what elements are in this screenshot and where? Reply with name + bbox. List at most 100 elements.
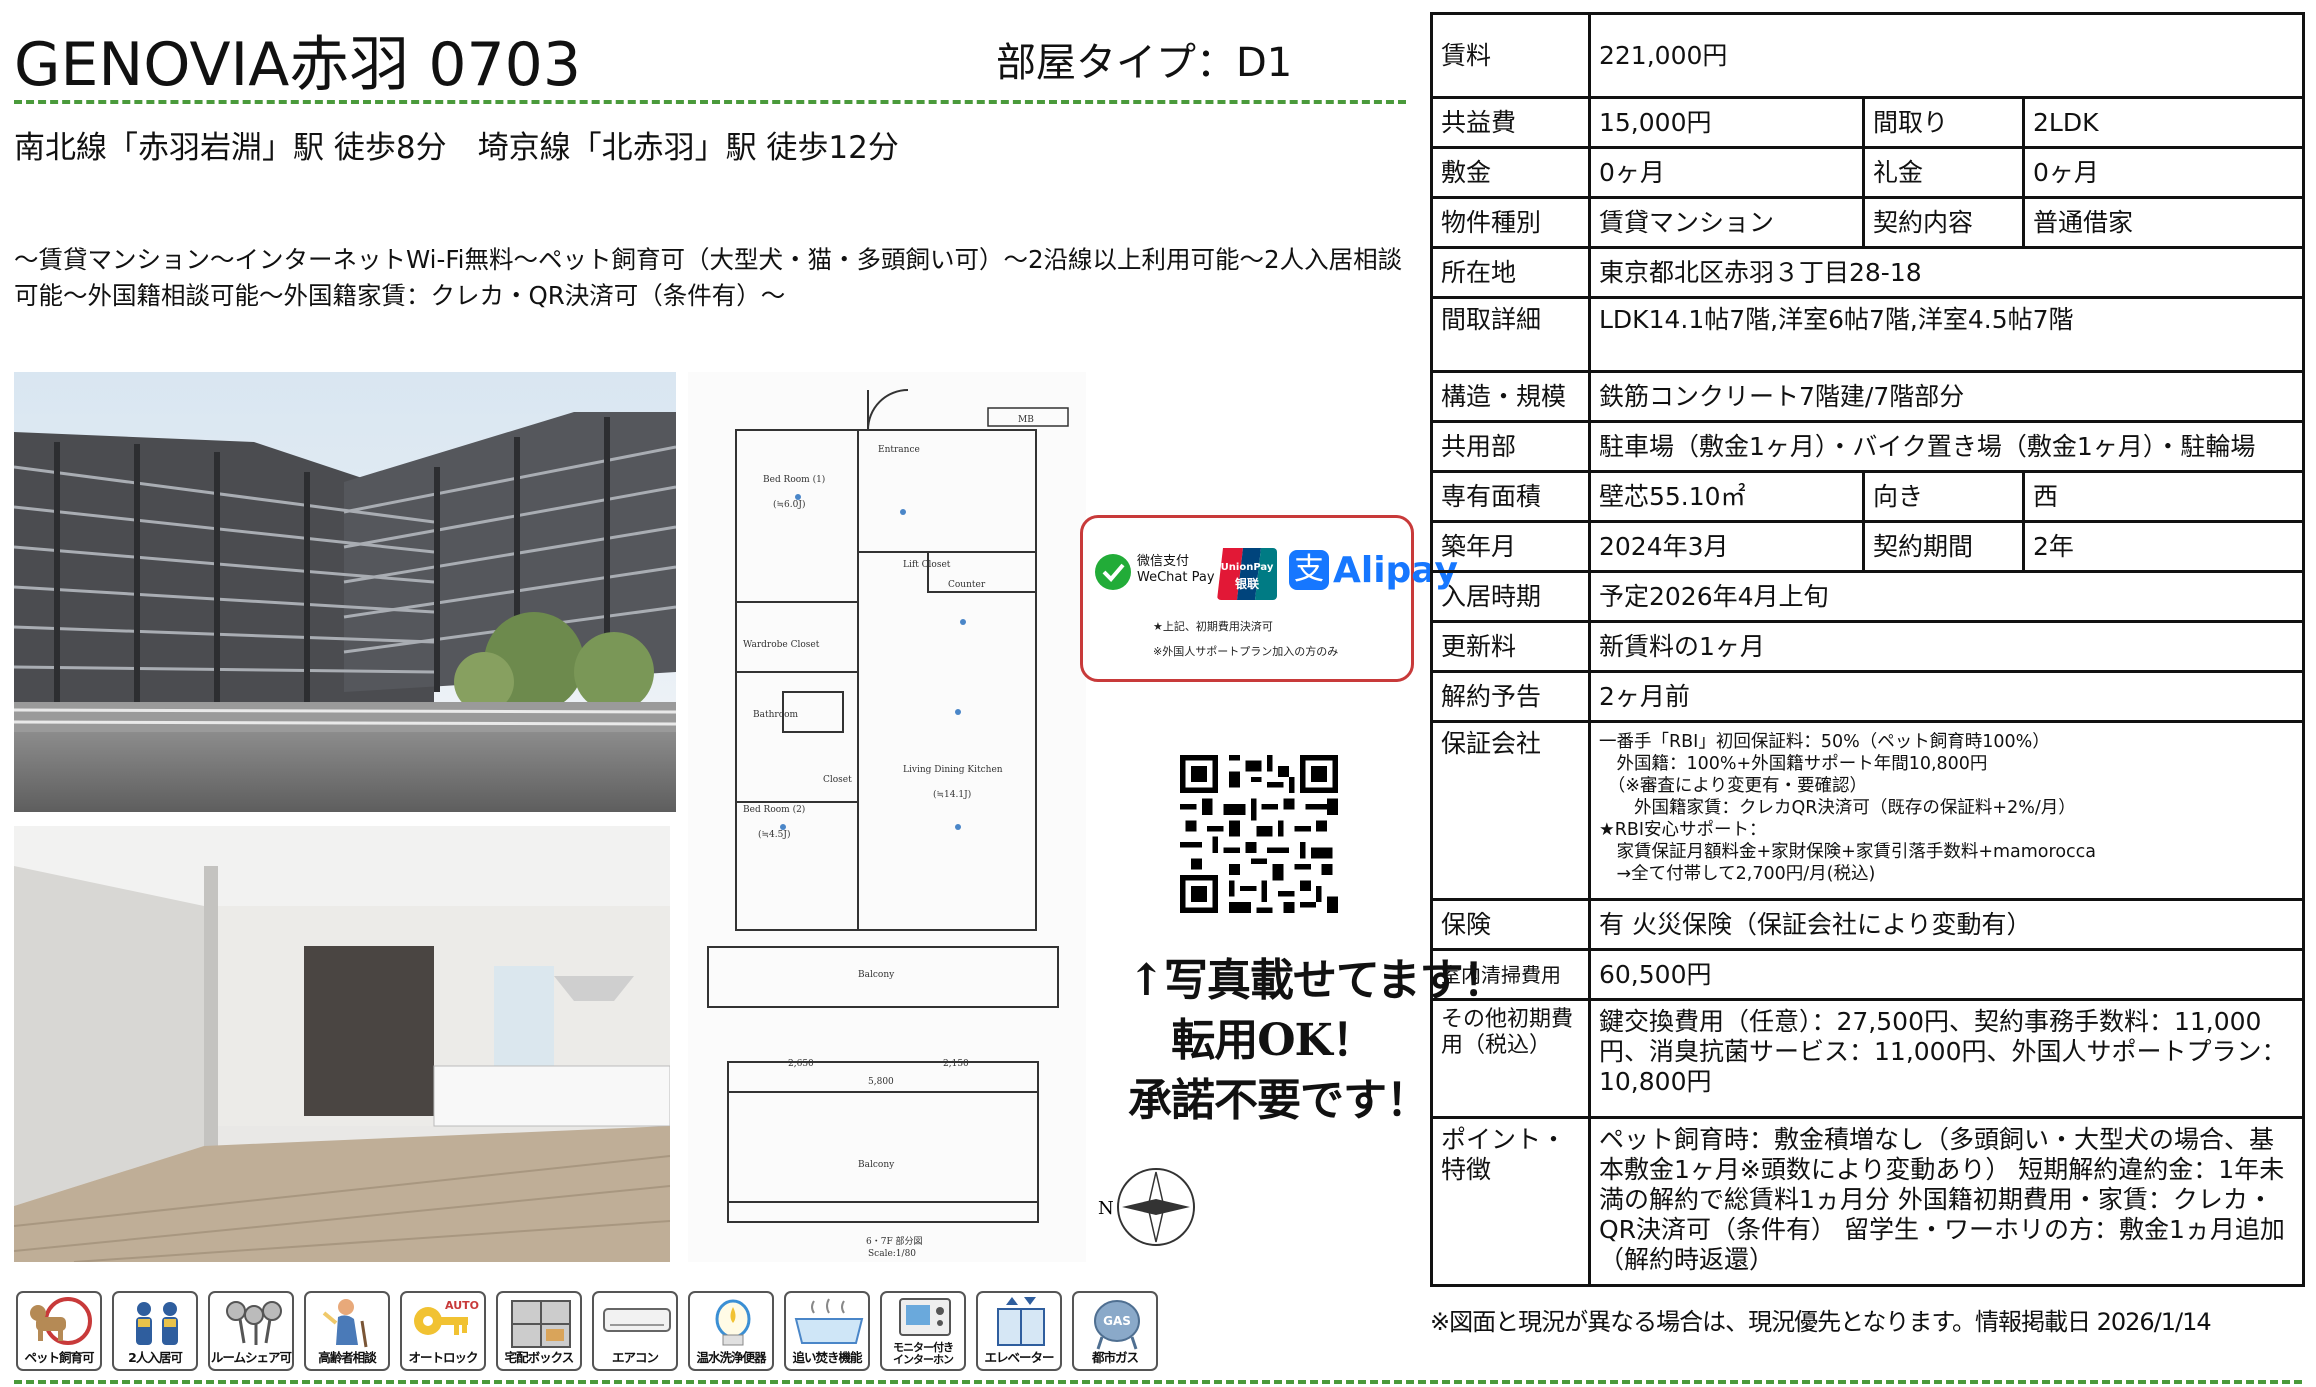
delivery-box-icon xyxy=(511,1300,571,1348)
guarantor-value: 一番手「RBI」初回保証料：50%（ペット飼育時100%） 外国籍：100%+外… xyxy=(1587,720,2306,901)
feature-label-reheat-bath: 追い焚き機能 xyxy=(792,1350,862,1365)
compass-label: N xyxy=(1098,1198,1114,1219)
catchphrase: ～賃貸マンション～インターネットWi-Fi無料～ペット飼育可（大型犬・猫・多頭飼… xyxy=(14,245,1403,310)
handwritten-note-3: 承諾不要です！ xyxy=(1128,1075,1430,1126)
guarantor-line: ★RBI安心サポート： xyxy=(1599,820,1767,840)
feature-reheat-bath: 追い焚き機能 xyxy=(784,1291,870,1371)
key-money-value: 0ヶ月 xyxy=(2021,146,2306,199)
address-label: 所在地 xyxy=(1430,246,1591,299)
plan-dim-2: 2,150 xyxy=(943,1059,969,1069)
insurance-label: 保険 xyxy=(1430,898,1591,951)
shared-value: 駐車場（敷金1ヶ月）・バイク置き場（敷金1ヶ月）・駐輪場 xyxy=(1587,420,2306,473)
exterior-photo xyxy=(14,372,676,812)
plan-room-bed1: Bed Room (1) xyxy=(763,474,825,485)
insurance-value: 有 火災保険（保証会社により変動有） xyxy=(1587,898,2306,951)
plan-caption: 6・7F 部分図 xyxy=(866,1235,923,1247)
deposit-value: 0ヶ月 xyxy=(1588,146,1865,199)
feature-label-two-people: 2人入居可 xyxy=(128,1350,183,1365)
guarantor-line: 家賃保証月額料金+家財保険+家賃引落手数料+mamorocca xyxy=(1599,842,2096,862)
feature-monitor-intercom: モニター付き インターホン xyxy=(880,1291,966,1371)
washlet-icon xyxy=(715,1299,751,1346)
area-label: 専有面積 xyxy=(1430,470,1591,523)
header-divider xyxy=(14,100,1406,104)
direction-label: 向き xyxy=(1862,470,2025,523)
points-label: ポイント・特徴 xyxy=(1430,1116,1591,1287)
feature-label-washlet: 温水洗浄便器 xyxy=(696,1350,766,1365)
payment-note-1: ★上記、初期費用決済可 xyxy=(1153,620,1273,633)
layout-detail-label: 間取詳細 xyxy=(1430,296,1591,373)
handwritten-note-1: ↑写真載せてます！ xyxy=(1128,955,1507,1006)
feature-label-delivery-box: 宅配ボックス xyxy=(504,1350,575,1365)
feature-autolock: AUTO オートロック xyxy=(400,1291,486,1371)
payment-methods-badge: 微信支付 WeChat Pay UnionPay 银联 支 Alipay ★上記… xyxy=(1080,515,1458,682)
rent-value: 221,000円 xyxy=(1587,12,2306,99)
two-people-icon xyxy=(136,1302,178,1345)
plan-room-entrance: Entrance xyxy=(878,445,920,455)
cancel-label: 解約予告 xyxy=(1430,670,1591,723)
footer-divider xyxy=(14,1380,2302,1384)
feature-elderly: 高齢者相談 xyxy=(304,1291,390,1371)
feature-label-air-conditioner: エアコン xyxy=(611,1350,659,1365)
feature-label-elevator: エレベーター xyxy=(984,1350,1054,1365)
feature-washlet: 温水洗浄便器 xyxy=(688,1291,774,1371)
qr-code[interactable] xyxy=(1180,755,1338,913)
plan-label-wardrobe: Wardrobe Closet xyxy=(743,640,820,650)
direction-value: 西 xyxy=(2021,470,2306,523)
plan-dim-total: 5,800 xyxy=(868,1077,894,1087)
cancel-value: 2ヶ月前 xyxy=(1587,670,2306,723)
term-value: 2年 xyxy=(2021,520,2306,573)
interior-photo xyxy=(14,826,670,1262)
built-value: 2024年3月 xyxy=(1588,520,1865,573)
feature-label-city-gas: 都市ガス xyxy=(1091,1350,1139,1365)
feature-pet: ペット飼育可 xyxy=(16,1291,102,1371)
deposit-label: 敷金 xyxy=(1430,146,1591,199)
move-in-label: 入居時期 xyxy=(1430,570,1591,623)
cleaning-label: 室内清掃費用 xyxy=(1430,948,1591,1001)
feature-label-elderly: 高齢者相談 xyxy=(318,1350,377,1365)
shared-label: 共用部 xyxy=(1430,420,1591,473)
other-fees-value: 鍵交換費用（任意）：27,500円、契約事務手数料：11,000円、消臭抗菌サー… xyxy=(1587,998,2306,1119)
layout-detail-value: LDK14.1帖7階,洋室6帖7階,洋室4.5帖7階 xyxy=(1587,296,2306,373)
plan-dim-1: 2,650 xyxy=(788,1059,814,1069)
term-label: 契約期間 xyxy=(1862,520,2025,573)
plan-room-bath: Bathroom xyxy=(753,710,799,720)
plan-room-balcony: Balcony xyxy=(858,970,895,980)
guarantor-line: 外国籍家賃：クレカQR決済可（既存の保証料+2%/月） xyxy=(1599,798,2076,818)
wechat-pay-label-en: WeChat Pay xyxy=(1137,570,1215,585)
unionpay-icon: UnionPay 银联 xyxy=(1217,548,1277,600)
plan-label-closet: Closet xyxy=(823,775,852,785)
built-label: 築年月 xyxy=(1430,520,1591,573)
autolock-badge: AUTO xyxy=(445,1299,479,1312)
renewal-label: 更新料 xyxy=(1430,620,1591,673)
elderly-icon xyxy=(322,1299,368,1348)
plan-room-bed2: Bed Room (2) xyxy=(743,804,805,815)
unionpay-label: UnionPay xyxy=(1221,562,1274,573)
move-in-value: 予定2026年4月上旬 xyxy=(1587,570,2306,623)
feature-two-people: 2人入居可 xyxy=(112,1291,198,1371)
rent-label: 賃料 xyxy=(1430,12,1591,99)
payment-note-2: ※外国人サポートプラン加入の方のみ xyxy=(1153,645,1339,658)
cleaning-value: 60,500円 xyxy=(1587,948,2306,1001)
plan-room-ldk: Living Dining Kitchen xyxy=(903,765,1003,775)
reheat-bath-icon xyxy=(794,1298,864,1344)
property-title: GENOVIA赤羽 0703 xyxy=(14,30,582,100)
feature-elevator: エレベーター xyxy=(976,1291,1062,1371)
feature-air-conditioner: エアコン xyxy=(592,1291,678,1371)
feature-city-gas: GAS 都市ガス xyxy=(1072,1291,1158,1371)
plan-label-lift-closet: Lift Closet xyxy=(903,560,951,570)
plan-size-bed2: (≒4.5J) xyxy=(758,829,790,840)
pet-icon xyxy=(30,1297,92,1345)
feature-label-room-share: ルームシェア可 xyxy=(210,1350,292,1365)
autolock-icon: AUTO xyxy=(414,1299,479,1335)
compass-icon: N xyxy=(1094,1152,1204,1262)
gas-badge: GAS xyxy=(1103,1314,1131,1328)
layout-value: 2LDK xyxy=(2021,96,2306,149)
station-access: 南北線「赤羽岩淵」駅 徒歩8分 埼京線「北赤羽」駅 徒歩12分 xyxy=(14,130,899,166)
floor-plan: MB Bed Room (1) (≒6.0J) Bed Room (2) (≒4… xyxy=(688,372,1086,1262)
guarantor-line: 一番手「RBI」初回保証料：50%（ペット飼育時100%） xyxy=(1599,732,2050,752)
points-value: ペット飼育時：敷金積増なし（多頭飼い・大型犬の場合、基本敷金1ヶ月※頭数により変… xyxy=(1587,1116,2306,1287)
other-fees-label: その他初期費用（税込） xyxy=(1430,998,1591,1119)
common-fee-label: 共益費 xyxy=(1430,96,1591,149)
renewal-value: 新賃料の1ヶ月 xyxy=(1587,620,2306,673)
footer-note: ※図面と現況が異なる場合は、現況優先となります。情報掲載日 2026/1/14 xyxy=(1430,1308,2212,1336)
